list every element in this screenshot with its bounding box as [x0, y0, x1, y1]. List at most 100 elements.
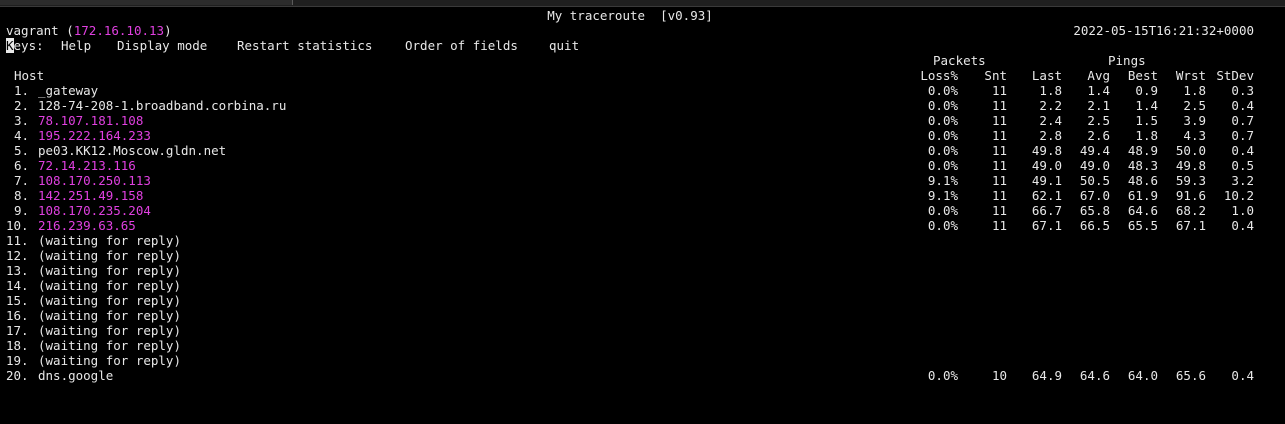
hop-last: 64.9 [1031, 368, 1062, 383]
hop-snt: 11 [991, 218, 1007, 233]
hop-stdev: 0.3 [1231, 83, 1254, 98]
hop-best: 48.9 [1127, 143, 1158, 158]
hop-number: 10. [6, 218, 29, 233]
hop-snt: 11 [991, 98, 1007, 113]
local-host-ip: 172.16.10.13 [73, 23, 165, 38]
hop-host: 72.14.213.116 [38, 158, 136, 173]
hop-best: 1.8 [1135, 128, 1158, 143]
hop-best: 0.9 [1135, 83, 1158, 98]
hop-last: 62.1 [1031, 188, 1062, 203]
hop-loss: 0.0% [927, 158, 958, 173]
hop-best: 48.3 [1127, 158, 1158, 173]
hop-number: 18. [6, 338, 29, 353]
hop-avg: 67.0 [1079, 188, 1110, 203]
hop-host: (waiting for reply) [38, 353, 181, 368]
hop-loss: 0.0% [927, 218, 958, 233]
hop-avg: 2.1 [1087, 98, 1110, 113]
column-last: Last [1031, 68, 1062, 83]
hop-avg: 66.5 [1079, 218, 1110, 233]
hop-stdev: 0.4 [1231, 98, 1254, 113]
hop-number: 19. [6, 353, 29, 368]
hop-number: 8. [14, 188, 30, 203]
key-quit[interactable]: quit [549, 38, 579, 53]
hop-host: 142.251.49.158 [38, 188, 144, 203]
hop-stdev: 1.0 [1231, 203, 1254, 218]
hop-avg: 65.8 [1079, 203, 1110, 218]
hop-loss: 0.0% [927, 128, 958, 143]
hop-stdev: 0.7 [1231, 113, 1254, 128]
hop-loss: 9.1% [927, 188, 958, 203]
hop-stdev: 3.2 [1231, 173, 1254, 188]
hop-number: 13. [6, 263, 29, 278]
key-order-of-fields[interactable]: Order of fields [405, 38, 518, 53]
hop-last: 49.0 [1031, 158, 1062, 173]
hop-host: (waiting for reply) [38, 278, 181, 293]
hop-last: 2.4 [1039, 113, 1062, 128]
column-stdev: StDev [1216, 68, 1254, 83]
hop-snt: 11 [991, 83, 1007, 98]
hop-wrst: 2.5 [1183, 98, 1206, 113]
timestamp: 2022-05-15T16:21:32+0000 [1073, 23, 1254, 38]
hop-host: (waiting for reply) [38, 323, 181, 338]
hop-stdev: 0.5 [1231, 158, 1254, 173]
hop-number: 20. [6, 368, 29, 383]
hop-number: 17. [6, 323, 29, 338]
keys-bar: Keys: [6, 38, 44, 53]
hop-last: 66.7 [1031, 203, 1062, 218]
hop-host: pe03.KK12.Moscow.gldn.net [38, 143, 227, 158]
column-host: Host [14, 68, 45, 83]
hop-avg: 1.4 [1087, 83, 1110, 98]
hop-best: 1.5 [1135, 113, 1158, 128]
hop-loss: 0.0% [927, 113, 958, 128]
column-group-pings: Pings [1108, 53, 1146, 68]
hop-snt: 10 [991, 368, 1007, 383]
hop-wrst: 91.6 [1175, 188, 1206, 203]
column-snt: Snt [984, 68, 1007, 83]
hop-wrst: 50.0 [1175, 143, 1206, 158]
hop-host: (waiting for reply) [38, 293, 181, 308]
hop-number: 3. [14, 113, 30, 128]
hop-host: 78.107.181.108 [38, 113, 144, 128]
hop-best: 48.6 [1127, 173, 1158, 188]
hop-loss: 0.0% [927, 203, 958, 218]
terminal-tab[interactable] [0, 0, 293, 5]
local-host-name: vagrant [6, 23, 59, 38]
key-display-mode[interactable]: Display mode [117, 38, 207, 53]
hop-avg: 2.5 [1087, 113, 1110, 128]
hop-host: 216.239.63.65 [38, 218, 136, 233]
hop-snt: 11 [991, 203, 1007, 218]
hop-stdev: 0.7 [1231, 128, 1254, 143]
hop-stdev: 0.4 [1231, 143, 1254, 158]
hop-best: 64.6 [1127, 203, 1158, 218]
hop-last: 2.2 [1039, 98, 1062, 113]
hop-loss: 9.1% [927, 173, 958, 188]
hop-host: (waiting for reply) [38, 338, 181, 353]
key-restart-statistics[interactable]: Restart statistics [237, 38, 372, 53]
hop-best: 61.9 [1127, 188, 1158, 203]
hop-best: 65.5 [1127, 218, 1158, 233]
hop-wrst: 4.3 [1183, 128, 1206, 143]
hop-snt: 11 [991, 113, 1007, 128]
hop-wrst: 68.2 [1175, 203, 1206, 218]
hop-host: _gateway [38, 83, 99, 98]
hop-host: 108.170.250.113 [38, 173, 151, 188]
hop-avg: 64.6 [1079, 368, 1110, 383]
hop-host: (waiting for reply) [38, 248, 181, 263]
hop-host: 195.222.164.233 [38, 128, 151, 143]
hop-wrst: 59.3 [1175, 173, 1206, 188]
hop-host: dns.google [38, 368, 114, 383]
column-loss: Loss% [920, 68, 958, 83]
hop-number: 2. [14, 98, 30, 113]
hop-host: (waiting for reply) [38, 233, 181, 248]
hop-wrst: 49.8 [1175, 158, 1206, 173]
hop-number: 14. [6, 278, 29, 293]
hop-avg: 2.6 [1087, 128, 1110, 143]
hop-loss: 0.0% [927, 98, 958, 113]
hop-host: 128-74-208-1.broadband.corbina.ru [38, 98, 287, 113]
hop-host: (waiting for reply) [38, 308, 181, 323]
key-help[interactable]: Help [61, 38, 91, 53]
keys-label: eys: [13, 38, 44, 53]
hop-number: 6. [14, 158, 30, 173]
hop-snt: 11 [991, 128, 1007, 143]
hop-avg: 50.5 [1079, 173, 1110, 188]
